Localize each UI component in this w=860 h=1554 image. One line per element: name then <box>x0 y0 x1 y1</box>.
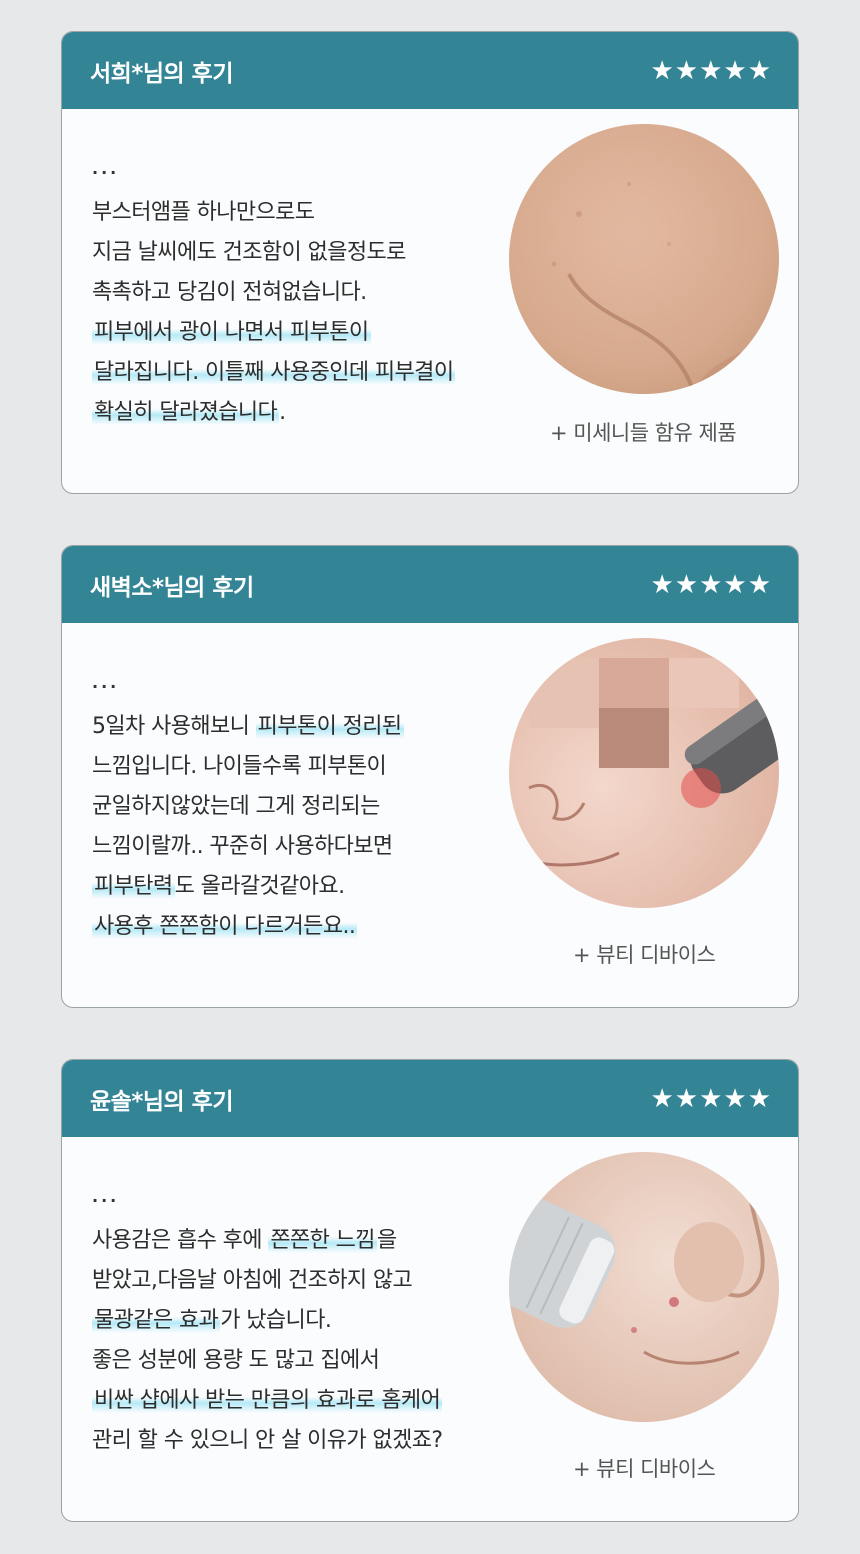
review-card: 서희*님의 후기 ★ ★ ★ ★ ★ ... 부스터앰플 하나만으로도지금 날씨… <box>61 31 799 494</box>
review-text-segment: 도 올라갈것같아요. <box>174 874 346 899</box>
review-line: 받았고,다음날 아침에 건조하지 않고 <box>92 1261 442 1301</box>
star-rating: ★ ★ ★ ★ ★ <box>650 1086 771 1112</box>
star-icon: ★ <box>723 569 747 600</box>
star-icon: ★ <box>674 1083 699 1114</box>
ellipsis: ... <box>92 159 120 178</box>
review-line: 촉촉하고 당김이 전혀없습니다. <box>92 273 455 313</box>
review-text-segment: 촉촉하고 당김이 전혀없습니다. <box>92 280 367 305</box>
review-line: 좋은 성분에 용량 도 많고 집에서 <box>92 1341 442 1381</box>
review-header: 새벽소*님의 후기 ★ ★ ★ ★ ★ <box>62 546 798 623</box>
review-text-segment: . <box>279 400 286 425</box>
review-body: ... 사용감은 흡수 후에 쫀쫀한 느낌을받았고,다음날 아침에 건조하지 않… <box>62 1137 798 1521</box>
review-card: 윤솔*님의 후기 ★ ★ ★ ★ ★ ... 사용감은 흡수 후에 쫀쫀한 느낌… <box>61 1059 799 1522</box>
review-text: 사용감은 흡수 후에 쫀쫀한 느낌을받았고,다음날 아침에 건조하지 않고물광같… <box>92 1221 443 1461</box>
star-rating: ★ ★ ★ ★ ★ <box>650 58 771 84</box>
star-icon: ★ <box>699 1083 723 1114</box>
highlighted-text: 피부탄력 <box>92 874 175 899</box>
review-text-segment: 느낌입니다. 나이들수록 피부톤이 <box>92 754 387 779</box>
star-icon: ★ <box>699 55 723 86</box>
star-icon: ★ <box>650 569 674 600</box>
review-text-segment: 느낌이랄까.. 꾸준히 사용하다보면 <box>92 834 393 859</box>
review-text-segment: 지금 날씨에도 건조함이 없을정도로 <box>92 240 406 265</box>
review-line: 느낌입니다. 나이들수록 피부톤이 <box>92 747 404 787</box>
highlighted-text: 피부톤이 정리된 <box>255 714 404 739</box>
beauty-device-photo <box>509 1152 779 1422</box>
highlighted-text: 비싼 샵에사 받는 만큼의 효과로 홈케어 <box>92 1388 443 1413</box>
star-icon: ★ <box>747 55 771 86</box>
review-line: 물광같은 효과가 났습니다. <box>92 1301 442 1341</box>
skin-cheek-photo <box>509 124 779 394</box>
review-line: 관리 할 수 있으니 안 살 이유가 없겠죠? <box>92 1421 443 1461</box>
star-icon: ★ <box>723 1083 747 1114</box>
review-text-segment: 받았고,다음날 아침에 건조하지 않고 <box>92 1268 413 1293</box>
star-icon: ★ <box>699 569 723 600</box>
product-caption: + 뷰티 디바이스 <box>573 943 716 967</box>
highlighted-text: 쫀쫀한 느낌 <box>268 1228 377 1253</box>
review-line: 5일차 사용해보니 피부톤이 정리된 <box>92 707 404 747</box>
review-header: 윤솔*님의 후기 ★ ★ ★ ★ ★ <box>62 1060 798 1137</box>
beauty-device-photo <box>509 638 779 908</box>
review-text: 부스터앰플 하나만으로도지금 날씨에도 건조함이 없을정도로촉촉하고 당김이 전… <box>92 193 456 433</box>
highlighted-text: 확실히 달라졌습니다 <box>92 400 280 425</box>
star-icon: ★ <box>723 55 747 86</box>
review-header: 서희*님의 후기 ★ ★ ★ ★ ★ <box>62 32 798 109</box>
review-text-segment: 부스터앰플 하나만으로도 <box>92 200 315 225</box>
star-icon: ★ <box>650 1083 674 1114</box>
review-text-segment: 사용감은 흡수 후에 <box>92 1228 269 1253</box>
product-caption: + 뷰티 디바이스 <box>573 1457 716 1481</box>
ellipsis: ... <box>92 1187 120 1206</box>
review-text-segment: 5일차 사용해보니 <box>92 714 256 739</box>
star-icon: ★ <box>650 55 674 86</box>
review-text-segment: 가 났습니다. <box>220 1308 332 1333</box>
review-line: 균일하지않았는데 그게 정리되는 <box>92 787 404 827</box>
review-line: 사용감은 흡수 후에 쫀쫀한 느낌을 <box>92 1221 442 1261</box>
product-caption: + 미세니들 함유 제품 <box>550 421 737 445</box>
review-text: 5일차 사용해보니 피부톤이 정리된느낌입니다. 나이들수록 피부톤이균일하지않… <box>92 707 404 947</box>
review-text-segment: 관리 할 수 있으니 안 살 이유가 없겠죠? <box>92 1428 443 1453</box>
review-text-segment: 을 <box>376 1228 397 1253</box>
star-icon: ★ <box>674 55 699 86</box>
highlighted-text: 사용후 쫀쫀함이 다르거든요.. <box>92 914 358 939</box>
highlighted-text: 피부에서 광이 나면서 피부톤이 <box>92 320 371 345</box>
review-line: 달라집니다. 이틀째 사용중인데 피부결이 <box>92 353 456 393</box>
highlighted-text: 물광같은 효과 <box>92 1308 221 1333</box>
review-title: 서희*님의 후기 <box>90 60 234 87</box>
review-line: 비싼 샵에사 받는 만큼의 효과로 홈케어 <box>92 1381 443 1421</box>
review-line: 확실히 달라졌습니다. <box>92 393 455 433</box>
star-icon: ★ <box>747 1083 771 1114</box>
review-body: ... 부스터앰플 하나만으로도지금 날씨에도 건조함이 없을정도로촉촉하고 당… <box>62 109 798 493</box>
review-line: 피부탄력도 올라갈것같아요. <box>92 867 404 907</box>
review-line: 느낌이랄까.. 꾸준히 사용하다보면 <box>92 827 404 867</box>
star-icon: ★ <box>674 569 699 600</box>
highlighted-text: 달라집니다. 이틀째 사용중인데 피부결이 <box>92 360 456 385</box>
star-icon: ★ <box>747 569 771 600</box>
review-body: ... 5일차 사용해보니 피부톤이 정리된느낌입니다. 나이들수록 피부톤이균… <box>62 623 798 1007</box>
review-line: 부스터앰플 하나만으로도 <box>92 193 455 233</box>
review-line: 사용후 쫀쫀함이 다르거든요.. <box>92 907 404 947</box>
review-text-segment: 균일하지않았는데 그게 정리되는 <box>92 794 380 819</box>
review-title: 새벽소*님의 후기 <box>90 574 254 601</box>
star-rating: ★ ★ ★ ★ ★ <box>650 572 771 598</box>
review-text-segment: 좋은 성분에 용량 도 많고 집에서 <box>92 1348 380 1373</box>
review-card: 새벽소*님의 후기 ★ ★ ★ ★ ★ ... 5일차 사용해보니 피부톤이 정… <box>61 545 799 1008</box>
review-line: 피부에서 광이 나면서 피부톤이 <box>92 313 455 353</box>
review-title: 윤솔*님의 후기 <box>90 1088 234 1115</box>
ellipsis: ... <box>92 673 120 692</box>
review-line: 지금 날씨에도 건조함이 없을정도로 <box>92 233 455 273</box>
